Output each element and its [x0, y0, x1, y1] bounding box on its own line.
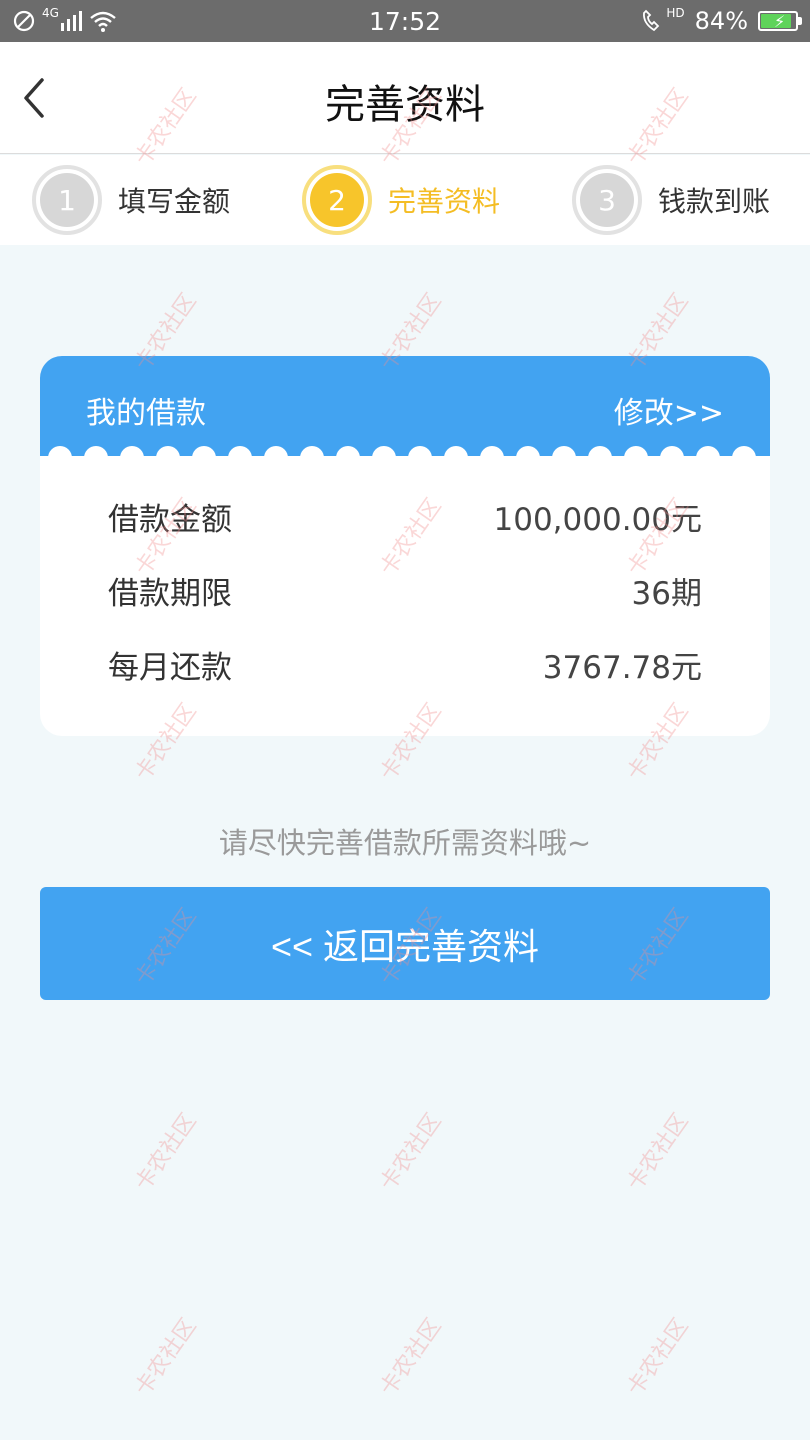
scallop — [48, 446, 72, 468]
charging-icon: ⚡ — [774, 12, 786, 31]
status-right: HD 84% ⚡ — [640, 6, 802, 36]
scallop-edge — [48, 446, 756, 468]
watermark: 卡农社区 — [130, 1109, 202, 1196]
scallop — [156, 446, 180, 468]
monthly-payment-row: 每月还款 3767.78元 — [108, 642, 702, 692]
scallop — [228, 446, 252, 468]
scallop — [300, 446, 324, 468]
step-indicator: 1 填写金额 2 完善资料 3 钱款到账 — [0, 155, 810, 245]
row-value: 3767.78元 — [542, 650, 702, 686]
watermark: 卡农社区 — [130, 1314, 202, 1401]
step-number: 1 — [40, 173, 94, 227]
scallop — [120, 446, 144, 468]
loan-term-row: 借款期限 36期 — [108, 568, 702, 618]
watermark: 卡农社区 — [622, 1314, 694, 1401]
scallop — [444, 446, 468, 468]
scallop — [264, 446, 288, 468]
scallop — [84, 446, 108, 468]
step-label: 钱款到账 — [658, 185, 771, 218]
step-circle: 2 — [302, 165, 372, 235]
scallop — [372, 446, 396, 468]
row-label: 借款期限 — [108, 576, 232, 612]
loan-card-title: 我的借款 — [86, 396, 206, 431]
scallop — [624, 446, 648, 468]
step-label: 填写金额 — [118, 185, 231, 218]
scallop — [336, 446, 360, 468]
watermark: 卡农社区 — [375, 1314, 447, 1401]
scallop — [480, 446, 504, 468]
battery-icon: ⚡ — [758, 11, 802, 31]
scallop — [696, 446, 720, 468]
hd-label: HD — [666, 6, 685, 20]
row-label: 每月还款 — [108, 650, 232, 686]
scallop — [660, 446, 684, 468]
step-fill-amount: 1 填写金额 — [32, 165, 230, 235]
step-number: 2 — [310, 173, 364, 227]
scallop — [552, 446, 576, 468]
watermark: 卡农社区 — [622, 1109, 694, 1196]
scallop — [408, 446, 432, 468]
step-funds-arrive: 3 钱款到账 — [572, 165, 770, 235]
edit-link[interactable]: 修改>> — [614, 388, 724, 432]
watermark: 卡农社区 — [375, 1109, 447, 1196]
step-label: 完善资料 — [388, 185, 501, 218]
hint-text: 请尽快完善借款所需资料哦~ — [218, 826, 592, 860]
battery-percent: 84% — [694, 7, 748, 35]
scallop — [516, 446, 540, 468]
scallop — [192, 446, 216, 468]
hd-call-icon: HD — [640, 6, 685, 33]
scallop — [732, 446, 756, 468]
step-number: 3 — [580, 173, 634, 227]
step-complete-info: 2 完善资料 — [302, 165, 500, 235]
step-circle: 3 — [572, 165, 642, 235]
scallop — [588, 446, 612, 468]
status-bar: 4G 17:52 HD 84% ⚡ — [0, 0, 810, 42]
step-circle: 1 — [32, 165, 102, 235]
